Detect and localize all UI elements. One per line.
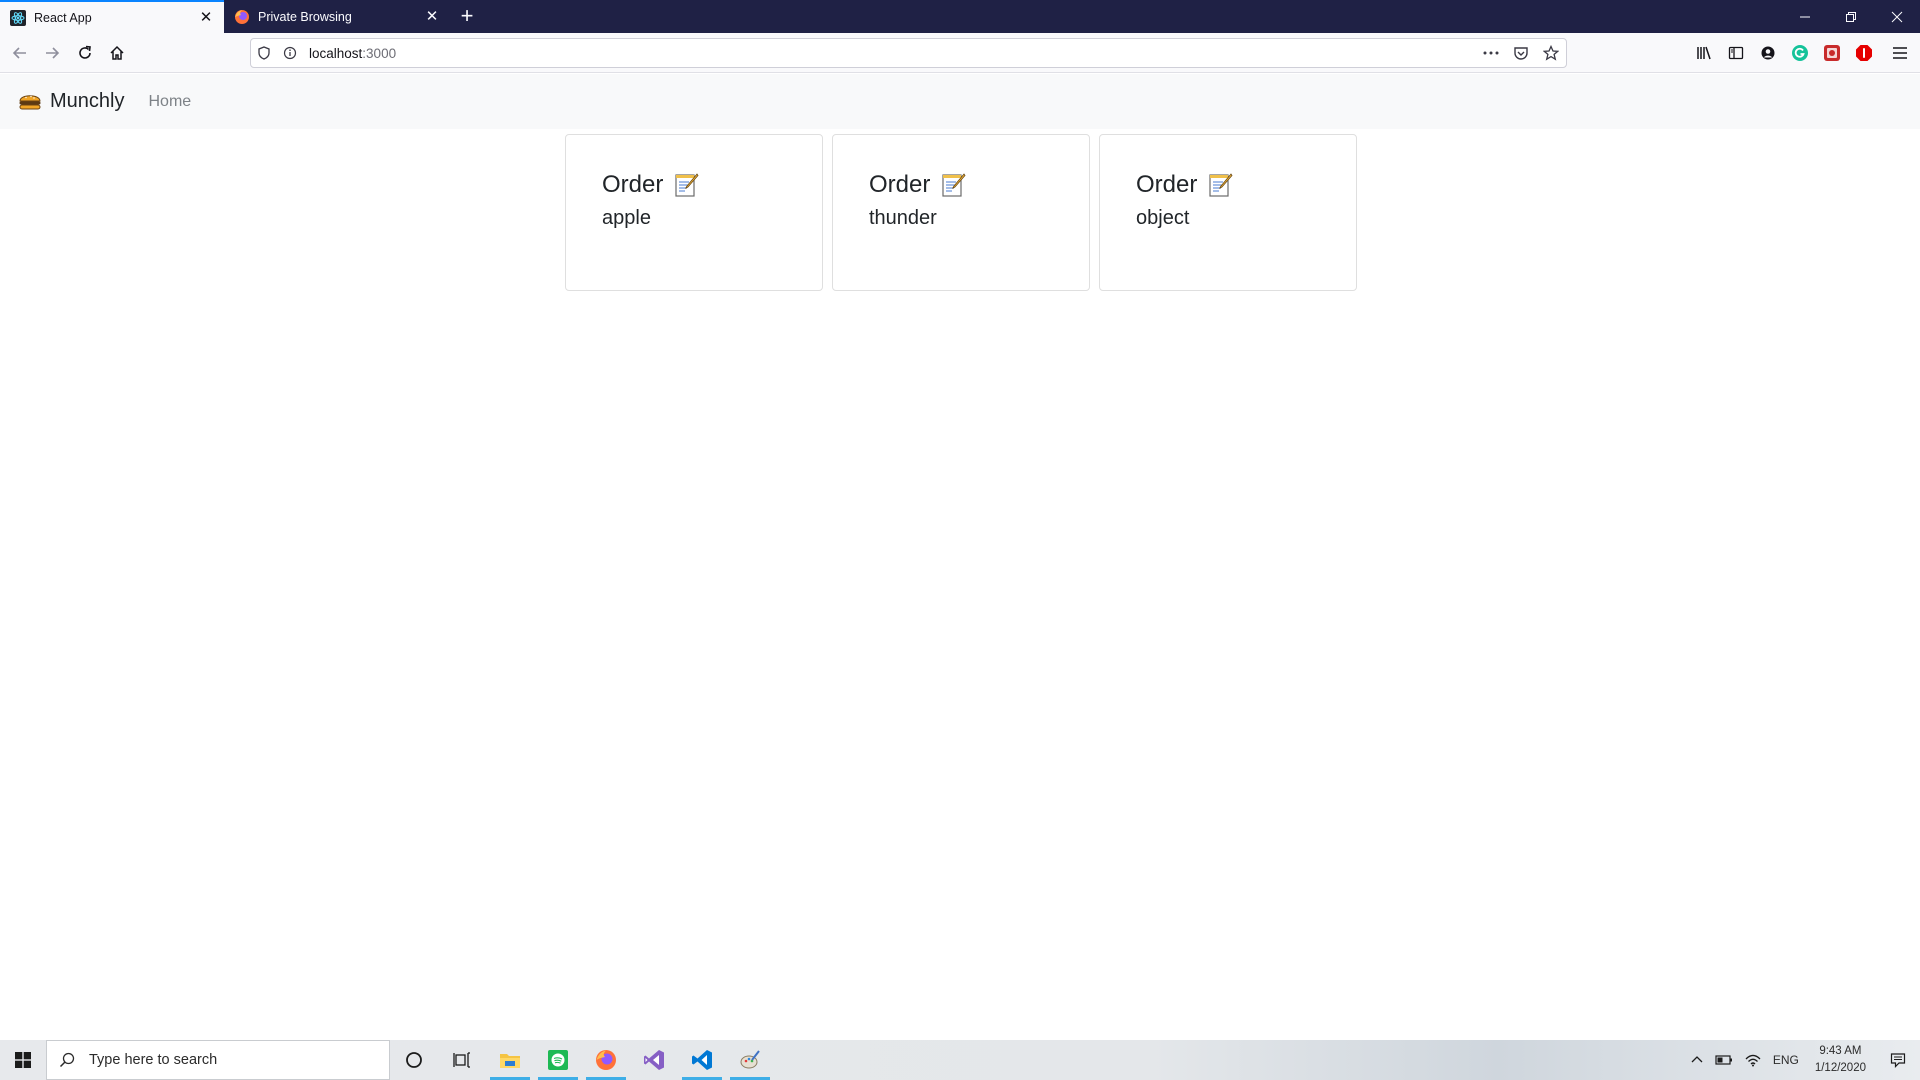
memo-icon	[1207, 172, 1233, 198]
wifi-icon[interactable]	[1739, 1040, 1767, 1080]
nav-home-link[interactable]: Home	[148, 93, 191, 111]
restore-icon[interactable]	[1828, 0, 1874, 33]
card-title-text: Order	[602, 171, 664, 198]
new-tab-button[interactable]: +	[450, 0, 484, 33]
notifications-icon[interactable]	[1876, 1040, 1920, 1080]
menu-icon[interactable]	[1880, 39, 1920, 67]
system-tray: ENG 9:43 AM 1/12/2020	[1685, 1040, 1920, 1080]
extension-red-icon[interactable]	[1816, 39, 1848, 67]
paint-icon[interactable]	[726, 1040, 774, 1080]
memo-icon	[673, 172, 699, 198]
clock-date: 1/12/2020	[1814, 1062, 1866, 1074]
account-icon[interactable]	[1752, 39, 1784, 67]
back-icon[interactable]	[6, 39, 34, 67]
task-view-icon[interactable]	[438, 1040, 486, 1080]
battery-icon[interactable]	[1709, 1040, 1739, 1080]
taskbar-search-box[interactable]: Type here to search	[46, 1040, 390, 1080]
card-title-text: Order	[869, 171, 931, 198]
tab-react-app[interactable]: React App ✕	[0, 0, 224, 33]
vscode-icon[interactable]	[678, 1040, 726, 1080]
home-icon[interactable]	[103, 39, 131, 67]
close-tab-icon[interactable]: ✕	[424, 8, 440, 25]
order-card: Order apple	[565, 134, 823, 291]
card-text: thunder	[869, 207, 937, 229]
tracking-shield-icon[interactable]	[251, 39, 277, 67]
card-title: Order	[1136, 171, 1320, 199]
reload-icon[interactable]	[71, 39, 99, 67]
brand-link[interactable]: Munchly	[18, 90, 124, 113]
visual-studio-icon[interactable]	[630, 1040, 678, 1080]
toolbar-icons	[1688, 39, 1920, 67]
url-host: localhost	[309, 45, 363, 61]
browser-toolbar: localhost:3000	[0, 33, 1920, 73]
close-tab-icon[interactable]: ✕	[198, 9, 214, 26]
brand-name: Munchly	[50, 90, 125, 112]
card-title-text: Order	[1136, 171, 1198, 198]
site-info-icon[interactable]	[277, 39, 303, 67]
search-icon	[59, 1052, 75, 1068]
card-text: object	[1136, 207, 1190, 229]
card-title: Order	[869, 171, 1053, 199]
card-title: Order	[602, 171, 786, 199]
grammarly-icon[interactable]	[1784, 39, 1816, 67]
adblock-icon[interactable]	[1848, 39, 1880, 67]
url-text[interactable]: localhost:3000	[309, 46, 1476, 61]
memo-icon	[940, 172, 966, 198]
browser-tab-bar: React App ✕ Private Browsing ✕ +	[0, 0, 1920, 33]
library-icon[interactable]	[1688, 39, 1720, 67]
cortana-icon[interactable]	[390, 1040, 438, 1080]
order-cards: Order apple Order thunder Order object	[565, 134, 1357, 291]
windows-taskbar: Type here to search ENG 9:43 AM 1/12/202…	[0, 1040, 1920, 1080]
language-indicator[interactable]: ENG	[1767, 1040, 1805, 1080]
more-actions-icon[interactable]	[1476, 39, 1506, 67]
firefox-icon	[234, 9, 250, 25]
app-navbar: Munchly Home	[0, 74, 1920, 129]
close-window-icon[interactable]	[1874, 0, 1920, 33]
sidebar-icon[interactable]	[1720, 39, 1752, 67]
minimize-icon[interactable]	[1782, 0, 1828, 33]
clock[interactable]: 9:43 AM 1/12/2020	[1805, 1043, 1876, 1077]
forward-icon[interactable]	[38, 39, 66, 67]
clock-time: 9:43 AM	[1819, 1045, 1862, 1057]
order-card: Order object	[1099, 134, 1357, 291]
firefox-taskbar-icon[interactable]	[582, 1040, 630, 1080]
url-bar[interactable]: localhost:3000	[250, 38, 1567, 68]
chevron-up-icon[interactable]	[1685, 1040, 1709, 1080]
tab-title: React App	[34, 10, 92, 25]
order-card: Order thunder	[832, 134, 1090, 291]
bookmark-star-icon[interactable]	[1536, 39, 1566, 67]
url-port: :3000	[362, 45, 397, 61]
windows-start-icon[interactable]	[0, 1040, 46, 1080]
react-icon	[10, 9, 26, 26]
search-placeholder: Type here to search	[89, 1052, 218, 1068]
burger-icon	[18, 92, 42, 112]
pocket-icon[interactable]	[1506, 39, 1536, 67]
tab-title: Private Browsing	[258, 9, 352, 24]
tab-private-browsing[interactable]: Private Browsing ✕	[224, 0, 450, 33]
window-controls	[1782, 0, 1920, 33]
file-explorer-icon[interactable]	[486, 1040, 534, 1080]
spotify-icon[interactable]	[534, 1040, 582, 1080]
card-text: apple	[602, 207, 651, 229]
